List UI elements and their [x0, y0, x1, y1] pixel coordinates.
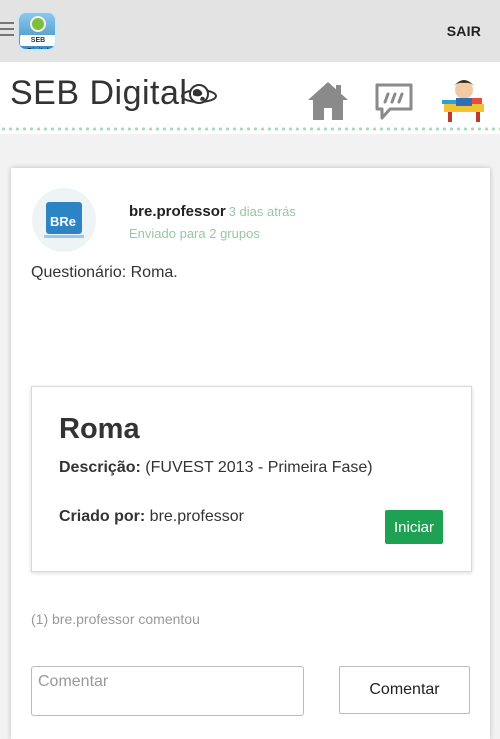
hamburger-menu-icon[interactable]	[0, 22, 14, 40]
post-author-name[interactable]: bre.professor	[129, 203, 226, 220]
quiz-description: Descrição: (FUVEST 2013 - Primeira Fase)	[59, 459, 373, 477]
post-card: BRe bre.professor 3 dias atrás Enviado pa…	[11, 168, 490, 739]
quiz-created-by: Criado por: bre.professor	[59, 508, 244, 526]
quiz-card: Roma Descrição: (FUVEST 2013 - Primeira …	[31, 386, 472, 572]
quiz-created-by-label: Criado por:	[59, 508, 146, 525]
app-logo-label: SEB Digital	[20, 35, 55, 49]
top-bar: SEB Digital SAIR	[0, 0, 500, 62]
bre-logo-underline	[44, 235, 84, 238]
quiz-created-by-value: bre.professor	[149, 508, 244, 525]
kid-avatar-icon[interactable]	[440, 74, 488, 124]
comment-submit-button[interactable]: Comentar	[339, 666, 470, 714]
brand-bar: SEB Digital	[0, 62, 500, 134]
quiz-title: Roma	[59, 413, 140, 445]
post-time: 3 dias atrás	[228, 204, 296, 219]
comment-summary[interactable]: (1) bre.professor comentou	[31, 611, 200, 627]
author-avatar[interactable]: BRe	[32, 188, 96, 252]
post-author[interactable]: bre.professor 3 dias atrás	[129, 203, 296, 220]
home-icon[interactable]	[306, 80, 350, 122]
decorative-dotted-divider	[0, 126, 500, 132]
post-body: Questionário: Roma.	[31, 264, 178, 281]
brand-title: SEB Digital	[10, 74, 188, 112]
bre-logo-icon: BRe	[46, 202, 82, 234]
app-logo[interactable]: SEB Digital	[17, 11, 57, 51]
quiz-description-value: (FUVEST 2013 - Primeira Fase)	[145, 459, 373, 476]
comment-input[interactable]	[31, 666, 304, 716]
globe-icon	[30, 16, 46, 32]
post-recipients[interactable]: Enviado para 2 grupos	[129, 226, 260, 241]
start-quiz-button[interactable]: Iniciar	[385, 510, 443, 544]
logout-button[interactable]: SAIR	[447, 23, 481, 39]
quiz-description-label: Descrição:	[59, 459, 141, 476]
globe-icon	[181, 84, 217, 104]
chat-icon[interactable]	[374, 82, 414, 122]
